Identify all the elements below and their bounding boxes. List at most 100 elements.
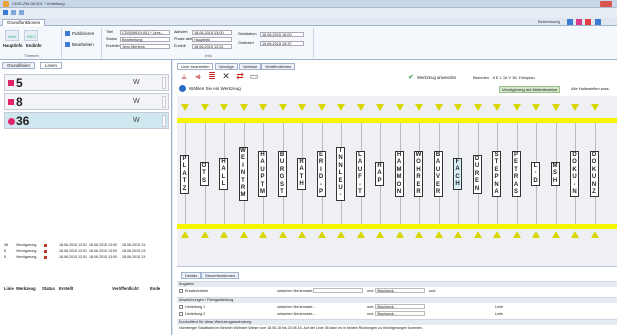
stop-marker-bottom-icon[interactable] [337,231,345,238]
tab-verzuege[interactable]: Verzüge [215,63,238,70]
stop-name[interactable]: WOHRER [414,151,423,198]
stop-marker-bottom-icon[interactable] [532,231,540,238]
edit-button[interactable]: Bearbeiten [72,42,94,47]
stop-name[interactable]: HAUPTM [258,151,267,198]
umleitung1-checkbox[interactable] [179,305,183,309]
stop-marker-bottom-icon[interactable] [376,231,384,238]
tab-verlinke[interactable]: Verlinke [239,63,262,70]
stop-name[interactable]: OTS [199,162,209,187]
stop-name[interactable]: RAP [375,162,384,187]
stop-name[interactable]: DOKU-N [570,151,579,198]
stop-name[interactable]: HAMMON [394,151,404,198]
creator-field[interactable]: Jens Mertens [120,44,170,49]
stop-marker-bottom-icon[interactable] [493,231,501,238]
stop-marker-bottom-icon[interactable] [181,231,189,238]
stop-marker-top-icon[interactable] [298,104,306,111]
user-icon[interactable] [567,19,573,25]
stop-column[interactable]: DOKU-N [570,96,580,266]
stop-column[interactable]: OTS [199,96,210,266]
detour-tool-icon[interactable]: ⩹ [193,72,203,81]
stop-column[interactable]: PLATZ [180,96,190,266]
stop-name[interactable]: DUREN [472,155,482,194]
scroll-handle[interactable] [162,96,166,108]
alert-icon[interactable] [576,19,582,25]
col-werkzeug[interactable]: Werkzeug [16,286,36,291]
col-linie[interactable]: Linie [4,286,14,291]
status-field[interactable]: Bearbeitung [120,37,170,42]
stop-column[interactable]: MSH [550,96,561,266]
stop-marker-bottom-icon[interactable] [317,231,326,238]
stop-name[interactable]: WEINTRM [238,147,248,201]
stop-name[interactable]: PLATZ [180,155,189,194]
stop-column[interactable]: L-D [531,96,541,266]
title-field[interactable]: CDIS09619-001 * Ums... [120,30,170,35]
stop-marker-top-icon[interactable] [551,104,560,111]
phase-field[interactable]: Hauptinfo [192,37,232,42]
stop-column[interactable]: BAUVER [433,96,444,266]
stop-name[interactable]: INNLEU- [336,147,345,201]
table-row[interactable]: 5 Verzögerung 18.06.2015 12:51 18.06.201… [4,255,169,260]
help-icon[interactable] [595,19,601,25]
from-stop-field[interactable] [313,288,363,293]
umleitung2-checkbox[interactable] [179,312,183,316]
scroll-handle[interactable] [162,115,166,127]
changed-field[interactable]: 19.06.2015 15:37 [260,41,304,46]
col-veroeffentlicht[interactable]: Veröffentlicht [112,286,139,291]
stop-column[interactable]: INNLEU- [336,96,346,266]
stop-marker-bottom-icon[interactable] [278,231,287,238]
col-status[interactable]: Status [42,286,55,291]
stop-marker-top-icon[interactable] [317,104,326,111]
stop-column[interactable]: ERID-P [316,96,327,266]
line-card[interactable]: 8 W [4,93,169,110]
stop-column[interactable]: WOHRER [414,96,424,266]
stop-marker-bottom-icon[interactable] [551,231,560,238]
stop-column[interactable]: STEPNA [492,96,502,266]
stop-column[interactable]: WEINTRM [238,96,249,266]
stop-marker-bottom-icon[interactable] [239,231,248,238]
stop-marker-top-icon[interactable] [220,104,228,111]
tab-details[interactable]: Details [181,272,202,279]
tab-linie-bearbeiten[interactable]: Linie bearbeiten [177,63,214,70]
stop-name[interactable]: L-D [531,162,540,187]
stop-marker-top-icon[interactable] [532,104,540,111]
splitter[interactable] [177,266,617,267]
stop-marker-bottom-icon[interactable] [298,231,306,238]
created-field[interactable]: 18.06.2015 12:51 [192,44,232,49]
stop-marker-bottom-icon[interactable] [434,231,443,238]
stop-marker-bottom-icon[interactable] [200,231,209,238]
stop-marker-top-icon[interactable] [493,104,501,111]
stop-name[interactable]: HALL [219,158,228,190]
hauptinfo-button[interactable]: Hauptinfo [3,43,23,48]
finish-link[interactable]: Beenden · 8 E L 16 V 36. Fahrplan [473,75,535,80]
table-row[interactable]: 36 Verzögerung 18.06.2015 12:51 18.06.20… [4,243,169,248]
undo-icon[interactable] [11,10,16,15]
stop-name[interactable]: MSH [550,162,560,187]
start-date-field[interactable]: 18.06.2015 15:00 [260,32,304,37]
stop-column[interactable]: LAUF-T [355,96,366,266]
stop-marker-top-icon[interactable] [454,104,462,111]
stop-marker-top-icon[interactable] [239,104,248,111]
endinfo-button[interactable]: Endinfo [26,43,42,48]
ersatzverkehr-checkbox[interactable] [179,289,183,293]
stop-name[interactable]: STEPNA [492,151,501,198]
scroll-handle[interactable] [162,77,166,89]
tab-grundfunktionen[interactable]: Grundfunktionen [2,19,46,26]
stop-marker-top-icon[interactable] [337,104,345,111]
mode-active-button[interactable]: Verzögerung auf Abfahrtsweise [499,86,561,93]
stop-column[interactable]: DOKUNZ [589,96,600,266]
control-text[interactable]: Nürnberger Stadtbahn im Bereich Wöhrder … [177,326,617,335]
col-ende[interactable]: Ende [150,286,160,291]
stop-name[interactable]: LAUF-T [355,151,365,198]
stop-marker-top-icon[interactable] [395,104,404,111]
stop-column[interactable]: BURGST [277,96,288,266]
stop-marker-top-icon[interactable] [278,104,287,111]
table-row[interactable]: 8 Verzögerung 18.06.2015 12:51 18.06.201… [4,249,169,254]
cancel-tool-icon[interactable]: ✕ [221,72,231,81]
stop-marker-bottom-icon[interactable] [473,231,482,238]
save-icon[interactable] [3,10,8,15]
stop-name[interactable]: RATH [297,158,306,190]
stop-marker-top-icon[interactable] [376,104,384,111]
screen-tool-icon[interactable]: ▭ [249,72,259,81]
tab-grundlinien[interactable]: Grundlinien [2,62,36,69]
replace-tool-icon[interactable]: ⇄ [235,72,245,81]
